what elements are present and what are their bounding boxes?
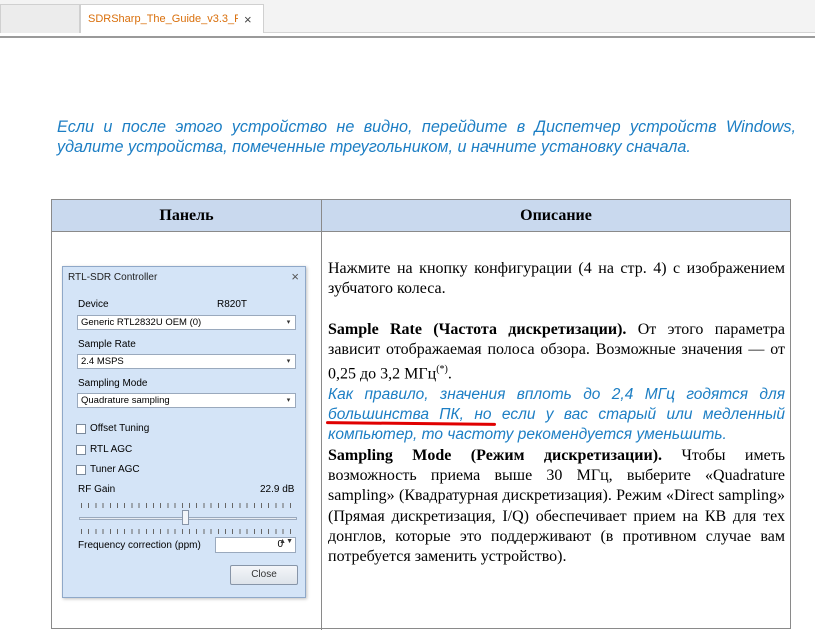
rtl-sdr-controller-dialog: RTL-SDR Controller × Device R820T Generi… xyxy=(62,266,306,598)
tab-bar: SDRSharp_The_Guide_v3.3_R... × xyxy=(0,0,815,33)
sample-rate-label: Sample Rate xyxy=(78,339,136,350)
header-panel: Панель xyxy=(159,207,214,224)
offset-tuning-label: Offset Tuning xyxy=(90,423,150,434)
rf-gain-ticks-top xyxy=(81,503,297,508)
sample-rate-paragraph: Sample Rate (Частота дискретизации). От … xyxy=(328,320,786,383)
tuner-agc-label: Tuner AGC xyxy=(90,464,140,475)
close-button[interactable]: Close xyxy=(230,565,298,585)
rf-gain-slider-thumb[interactable] xyxy=(182,510,190,525)
rf-gain-value: 22.9 dB xyxy=(260,484,295,495)
rtl-agc-label: RTL AGC xyxy=(90,444,133,455)
tab-previous[interactable] xyxy=(0,4,80,33)
frequency-correction-input[interactable]: 0 ▲▼ xyxy=(215,537,296,553)
device-select-value: Generic RTL2832U OEM (0) xyxy=(81,317,202,328)
sampling-mode-select[interactable]: Quadrature sampling ▾ xyxy=(77,393,296,408)
sample-rate-tip: Как правило, значения вплоть до 2,4 МГц … xyxy=(328,385,785,444)
config-paragraph: Нажмите на кнопку конфигурации (4 на стр… xyxy=(328,260,785,298)
panel-table: Панель Описание RTL-SDR Controller × Dev… xyxy=(51,199,791,630)
tab-close-icon[interactable]: × xyxy=(244,12,252,27)
sample-rate-heading: Sample Rate (Частота дискретизации). xyxy=(328,320,627,338)
dialog-close-icon[interactable]: × xyxy=(291,269,299,284)
frequency-correction-label: Frequency correction (ppm) xyxy=(78,540,201,551)
sampling-mode-heading: Sampling Mode (Режим дискретизации). xyxy=(328,446,663,464)
device-label: Device xyxy=(78,299,109,310)
tab-divider xyxy=(0,36,815,38)
sample-rate-value: 2.4 MSPS xyxy=(81,356,124,367)
tuner-agc-checkbox[interactable] xyxy=(76,465,86,475)
column-divider xyxy=(321,200,322,630)
sampling-mode-label: Sampling Mode xyxy=(78,378,148,389)
sample-rate-select[interactable]: 2.4 MSPS ▾ xyxy=(77,354,296,369)
rf-gain-label: RF Gain xyxy=(78,484,116,495)
chevron-down-icon: ▾ xyxy=(286,397,291,404)
chevron-down-icon: ▾ xyxy=(286,358,291,365)
tab-active-document[interactable]: SDRSharp_The_Guide_v3.3_R... × xyxy=(80,4,264,33)
device-select[interactable]: Generic RTL2832U OEM (0) ▾ xyxy=(77,315,296,330)
rf-gain-ticks-bottom xyxy=(81,529,297,534)
device-tuner: R820T xyxy=(217,299,248,310)
dialog-title: RTL-SDR Controller xyxy=(68,272,158,283)
sampling-mode-value: Quadrature sampling xyxy=(81,395,170,406)
rtl-agc-checkbox[interactable] xyxy=(76,445,86,455)
offset-tuning-checkbox[interactable] xyxy=(76,424,86,434)
install-note: Если и после этого устройство не видно, … xyxy=(57,118,796,156)
spinner-arrows-icon[interactable]: ▲▼ xyxy=(279,538,293,545)
table-header: Панель Описание xyxy=(52,200,790,232)
description-cell: Нажмите на кнопку конфигурации (4 на стр… xyxy=(328,259,785,567)
sampling-mode-paragraph: Sampling Mode (Режим дискретизации). Что… xyxy=(328,446,785,566)
tab-title: SDRSharp_The_Guide_v3.3_R... xyxy=(88,13,238,25)
header-description: Описание xyxy=(520,207,592,224)
chevron-down-icon: ▾ xyxy=(286,319,291,326)
